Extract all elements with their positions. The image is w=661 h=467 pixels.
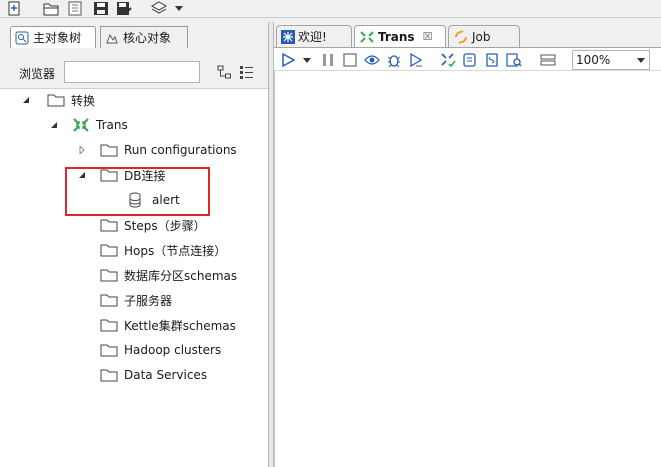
folder-icon: [100, 318, 118, 332]
explore-repository-icon[interactable]: [67, 1, 83, 16]
dropdown-arrow-icon[interactable]: [174, 1, 184, 16]
tab-main-object-tree[interactable]: 主对象树: [10, 26, 96, 48]
database-explorer-icon[interactable]: [506, 52, 522, 68]
welcome-icon: [281, 29, 295, 44]
impact-icon[interactable]: [462, 52, 478, 68]
tree-item-label: 转换: [71, 93, 96, 108]
folder-icon: [100, 368, 118, 382]
tree-item-hadoop-clusters[interactable]: Hadoop clusters: [100, 339, 221, 361]
zoom-value: 100%: [576, 53, 611, 67]
collapsed-arrow-icon[interactable]: [78, 146, 86, 154]
transformation-canvas[interactable]: [274, 71, 661, 467]
tree-item-label: Trans: [96, 118, 128, 132]
tree-item-steps[interactable]: Steps（步骤）: [100, 214, 206, 236]
tree-item-slave-servers[interactable]: 子服务器: [100, 289, 172, 311]
generate-sql-icon[interactable]: [484, 52, 500, 68]
browser-row: 浏览器: [0, 60, 270, 86]
tab-label: 欢迎!: [298, 30, 327, 44]
tree-item-hops[interactable]: Hops（节点连接）: [100, 239, 226, 261]
debug-icon[interactable]: [386, 52, 402, 68]
transformation-icon: [359, 30, 375, 44]
expand-tree-icon[interactable]: [239, 65, 254, 80]
folder-icon: [100, 143, 118, 157]
expanded-arrow-icon[interactable]: [50, 121, 58, 129]
canvas-toolbar: 100%: [274, 47, 661, 71]
tree-item-label: 子服务器: [124, 293, 173, 308]
show-results-icon[interactable]: [540, 52, 556, 68]
tree-item-data-services[interactable]: Data Services: [100, 364, 207, 386]
folder-icon: [100, 243, 118, 257]
tree-item-transformations[interactable]: 转换: [22, 89, 95, 111]
tab-job[interactable]: Job: [448, 25, 520, 47]
job-icon: [453, 29, 469, 44]
folder-icon: [100, 343, 118, 357]
collapse-tree-icon[interactable]: [217, 65, 232, 80]
expanded-arrow-icon[interactable]: [22, 96, 30, 104]
tree-item-cluster-schemas[interactable]: Kettle集群schemas: [100, 314, 236, 336]
tree-item-trans[interactable]: Trans: [50, 114, 128, 136]
tree-item-label: Run configurations: [124, 143, 237, 157]
browser-label: 浏览器: [19, 67, 56, 81]
folder-icon: [100, 218, 118, 232]
main-toolbar: [0, 0, 661, 18]
new-file-icon[interactable]: [6, 1, 22, 16]
chevron-down-icon: [637, 58, 645, 63]
replay-icon[interactable]: [408, 52, 424, 68]
run-icon[interactable]: [280, 52, 296, 68]
tab-label: Trans: [378, 29, 415, 44]
close-tab-icon[interactable]: ☒: [423, 30, 433, 43]
tree-item-run-configurations[interactable]: Run configurations: [78, 139, 237, 161]
core-objects-icon: [105, 31, 119, 45]
tree-item-label: Hadoop clusters: [124, 343, 222, 357]
run-options-dropdown-icon[interactable]: [302, 52, 312, 68]
object-tree-icon: [15, 31, 29, 45]
zoom-select[interactable]: 100%: [572, 50, 650, 70]
tree-item-label: 数据库分区schemas: [124, 268, 238, 283]
tab-label: Job: [472, 29, 491, 44]
save-as-icon[interactable]: [116, 1, 132, 16]
tab-trans[interactable]: Trans ☒: [354, 25, 446, 47]
preview-icon[interactable]: [364, 52, 380, 68]
pause-icon[interactable]: [320, 52, 336, 68]
transformation-icon: [72, 117, 90, 133]
tree-item-label: Kettle集群schemas: [124, 318, 236, 333]
tree-item-label: Data Services: [124, 368, 208, 382]
folder-icon: [100, 293, 118, 307]
save-icon[interactable]: [93, 1, 109, 16]
tab-welcome[interactable]: 欢迎!: [276, 25, 352, 47]
tree-item-label: Steps（步骤）: [124, 218, 206, 233]
search-input[interactable]: [64, 61, 200, 83]
tab-core-objects[interactable]: 核心对象: [100, 26, 188, 48]
folder-icon: [47, 93, 65, 107]
highlight-box: [65, 167, 210, 216]
tree-item-partition-schemas[interactable]: 数据库分区schemas: [100, 264, 237, 286]
layers-icon[interactable]: [151, 1, 167, 16]
folder-icon: [100, 268, 118, 282]
tab-label: 主对象树: [33, 31, 82, 45]
right-panel: 欢迎! Trans ☒ Job 100%: [274, 22, 661, 467]
open-folder-icon[interactable]: [43, 1, 59, 16]
stop-icon[interactable]: [342, 52, 358, 68]
tab-label: 核心对象: [123, 31, 172, 45]
verify-icon[interactable]: [440, 52, 456, 68]
tree-item-label: Hops（节点连接）: [124, 243, 227, 258]
